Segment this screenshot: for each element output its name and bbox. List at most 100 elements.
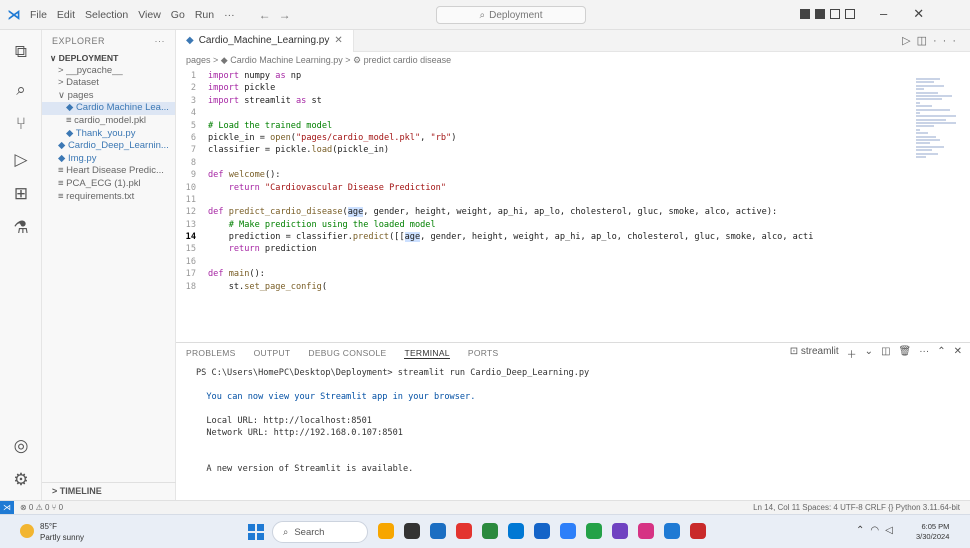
explorer-item[interactable]: ≡ PCA_ECG (1).pkl [42,178,175,191]
code-line[interactable]: 18 st.set_page_config( [176,281,906,293]
explorer-item[interactable]: ∨ pages [42,90,175,103]
taskbar-app-icon[interactable] [690,523,706,539]
explorer-more-button[interactable]: ··· [155,36,166,46]
tab-cardio-machine-learning[interactable]: ◆ Cardio_Machine_Learning.py ✕ [176,29,354,52]
explorer-item[interactable]: ≡ Heart Disease Predic... [42,165,175,178]
panel-tab-terminal[interactable]: TERMINAL [404,348,450,359]
timeline-section[interactable]: > TIMELINE [42,482,176,498]
terminal-output[interactable]: PS C:\Users\HomePC\Desktop\Deployment> s… [176,363,970,475]
panel-tab-ports[interactable]: PORTS [468,348,499,358]
split-editor-icon[interactable]: ◫ [917,35,933,47]
minimap[interactable] [916,78,956,168]
taskbar-app-icon[interactable] [664,523,680,539]
code-editor[interactable]: 1 import numpy as np 2 import pickle 3 import… [176,70,906,340]
taskbar-app-icon[interactable] [378,523,394,539]
menu-more[interactable]: ··· [224,9,235,21]
taskbar-app-icon[interactable] [404,523,420,539]
breadcrumb[interactable]: pages > ◆ Cardio Machine Learning.py > ⚙… [176,52,970,68]
remote-indicator-icon[interactable]: ⋊ [0,501,14,515]
toggle-panel-icon[interactable] [815,9,825,19]
taskbar-app-icon[interactable] [612,523,628,539]
extensions-icon[interactable]: ⊞ [0,184,42,204]
files-icon[interactable]: ⧉ [0,42,42,62]
toggle-sidebar-icon[interactable] [800,9,810,19]
run-debug-icon[interactable]: ▷ [0,150,42,170]
explorer-item[interactable]: ◆ Thank_you.py [42,128,175,141]
toggle-secondary-sidebar-icon[interactable] [830,9,840,19]
code-line[interactable]: 13 # Make prediction using the loaded mo… [176,219,906,231]
code-line[interactable]: 9 def welcome(): [176,169,906,181]
taskbar-app-icon[interactable] [508,523,524,539]
code-line[interactable]: 2 import pickle [176,82,906,94]
menu-view[interactable]: View [138,9,161,21]
nav-arrows[interactable]: ←→ [259,8,299,22]
tray-chevron-icon[interactable]: ⌃ [856,525,870,536]
weather-sun-icon[interactable] [20,524,34,538]
explorer-item[interactable]: ◆ Img.py [42,153,175,166]
weather-widget[interactable]: 85°F Partly sunny [40,521,84,543]
panel-tab-output[interactable]: OUTPUT [254,348,291,358]
code-line[interactable]: 5 # Load the trained model [176,120,906,132]
taskbar-app-icon[interactable] [638,523,654,539]
command-center-search[interactable]: ⌕ Deployment [436,6,586,24]
taskbar-app-icon[interactable] [560,523,576,539]
account-icon[interactable]: ◎ [0,436,42,456]
run-file-icon[interactable]: ▷ [902,35,916,47]
explorer-item[interactable]: > Dataset [42,77,175,90]
panel-tab-debug-console[interactable]: DEBUG CONSOLE [308,348,386,358]
explorer-item[interactable]: ◆ Cardio_Deep_Learnin... [42,140,175,153]
taskbar-app-icon[interactable] [482,523,498,539]
taskbar-search[interactable]: ⌕ Search [272,521,368,543]
customize-layout-icon[interactable] [845,9,855,19]
taskbar-app-icon[interactable] [430,523,446,539]
split-terminal-icon[interactable]: ◫ [881,346,890,361]
code-line[interactable]: 1 import numpy as np [176,70,906,82]
explorer-item[interactable]: ≡ cardio_model.pkl [42,115,175,128]
code-line[interactable]: 6 pickle_in = open("pages/cardio_model.pk… [176,132,906,144]
code-line[interactable]: 14 prediction = classifier.predict([[age… [176,231,906,243]
terminal-shell-selector[interactable]: ⊡ streamlit [790,346,839,361]
code-line[interactable]: 10 return "Cardiovascular Disease Predic… [176,182,906,194]
close-icon[interactable]: ✕ [913,6,924,22]
code-line[interactable]: 17 def main(): [176,268,906,280]
explorer-item[interactable]: ◆ Cardio Machine Lea... [42,102,175,115]
taskbar-app-icon[interactable] [586,523,602,539]
system-tray[interactable]: ⌃◠◁ [856,525,899,536]
forward-arrow-icon[interactable]: → [279,8,299,22]
code-line[interactable]: 12 def predict_cardio_disease(age, gender… [176,206,906,218]
source-control-icon[interactable]: ⑂ [0,114,42,134]
maximize-panel-icon[interactable]: ⌃ [937,346,945,361]
menu-run[interactable]: Run [195,9,214,21]
panel-tab-problems[interactable]: PROBLEMS [186,348,236,358]
code-line[interactable]: 8 [176,157,906,169]
terminal-dropdown-icon[interactable]: ⌄ [865,346,873,361]
start-button-icon[interactable] [248,524,264,540]
menu-file[interactable]: File [30,9,47,21]
wifi-icon[interactable]: ◠ [870,525,885,536]
code-line[interactable]: 16 [176,256,906,268]
close-panel-icon[interactable]: ✕ [954,346,962,361]
taskbar-clock[interactable]: 6:05 PM 3/30/2024 [916,522,949,542]
explorer-item[interactable]: > __pycache__ [42,65,175,78]
menu-edit[interactable]: Edit [57,9,75,21]
more-actions-icon[interactable]: ··· [933,35,962,47]
testing-icon[interactable]: ⚗ [0,218,42,238]
back-arrow-icon[interactable]: ← [259,8,279,22]
panel-more-icon[interactable]: ··· [919,346,929,361]
code-line[interactable]: 3 import streamlit as st [176,95,906,107]
search-icon[interactable]: ⌕ [0,80,42,100]
explorer-item[interactable]: ∨ DEPLOYMENT [42,52,175,65]
taskbar-app-icon[interactable] [534,523,550,539]
kill-terminal-icon[interactable]: 🗑 [899,346,912,361]
code-line[interactable]: 4 [176,107,906,119]
menu-selection[interactable]: Selection [85,9,128,21]
problems-status[interactable]: ⊗ 0 ⚠ 0 ⑂ 0 [20,501,63,514]
code-line[interactable]: 7 classifier = pickle.load(pickle_in) [176,144,906,156]
new-terminal-icon[interactable]: ＋ [847,346,857,361]
minimize-icon[interactable]: – [880,6,887,22]
volume-icon[interactable]: ◁ [885,525,899,536]
settings-gear-icon[interactable]: ⚙ [0,470,42,490]
tab-close-icon[interactable]: ✕ [334,35,342,46]
menu-go[interactable]: Go [171,9,185,21]
code-line[interactable]: 15 return prediction [176,243,906,255]
